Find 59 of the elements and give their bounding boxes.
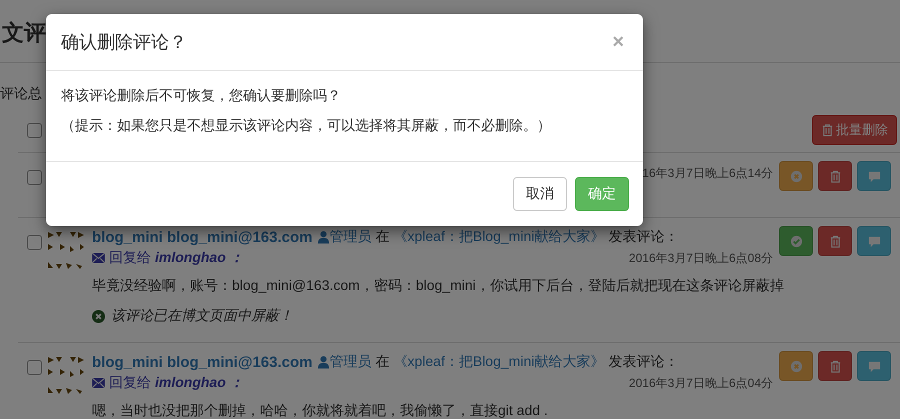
row-checkbox[interactable] bbox=[27, 360, 42, 375]
dialog-hint: （提示：如果您只是不想显示该评论内容，可以选择将其屏蔽，而不必删除。） bbox=[61, 117, 552, 135]
user-icon bbox=[316, 355, 330, 369]
comment-total-label: 评论总 bbox=[0, 85, 42, 103]
in-label: 在 bbox=[376, 353, 390, 371]
select-all-checkbox[interactable] bbox=[27, 122, 42, 138]
comment-icon bbox=[868, 360, 880, 372]
envelope-icon bbox=[92, 378, 105, 388]
confirm-button[interactable]: 确定 bbox=[575, 177, 629, 211]
close-button[interactable]: × bbox=[608, 30, 628, 54]
comment-icon bbox=[868, 170, 880, 182]
comment-date: 16年3月7日晚上6点14分 bbox=[642, 165, 773, 182]
page-title: 文评 bbox=[1, 19, 46, 47]
reply-to-label: 回复给 bbox=[109, 374, 151, 392]
comment-text: 毕竟没经验啊，账号：blog_mini@163.com，密码：blog_mini，你试用下后台，登陆后就把现在这条评论屏蔽掉 bbox=[92, 277, 784, 295]
x-circle-icon bbox=[92, 310, 105, 322]
identicon-avatar bbox=[46, 230, 86, 270]
reply-button[interactable] bbox=[857, 351, 891, 381]
comment-text: 嗯，当时也没把那个删掉，哈哈，你就将就着吧，我偷懒了，直接git add . bbox=[92, 402, 548, 419]
user-icon bbox=[316, 230, 330, 244]
dialog-message: 将该评论删除后不可恢复，您确认要删除吗？ bbox=[61, 87, 342, 105]
in-label: 在 bbox=[376, 228, 390, 246]
row-checkbox[interactable] bbox=[27, 235, 42, 250]
x-circle-icon bbox=[790, 170, 802, 182]
delete-button[interactable] bbox=[818, 351, 852, 381]
role-label: 管理员 bbox=[330, 353, 372, 371]
article-link[interactable]: 《xpleaf：把Blog_mini献给大家》 bbox=[394, 228, 604, 246]
row-checkbox[interactable] bbox=[27, 170, 42, 185]
comment-date: 2016年3月7日晚上6点08分 bbox=[628, 250, 773, 266]
role-label: 管理员 bbox=[330, 228, 372, 246]
unshield-button[interactable] bbox=[779, 226, 813, 256]
envelope-icon bbox=[92, 253, 105, 263]
trash-icon bbox=[828, 234, 842, 248]
trash-icon bbox=[828, 360, 842, 372]
identicon-avatar bbox=[46, 355, 86, 395]
shield-button[interactable] bbox=[779, 161, 813, 191]
reply-button[interactable] bbox=[857, 226, 891, 256]
shield-button[interactable] bbox=[779, 351, 813, 381]
trash-icon bbox=[828, 170, 842, 182]
check-circle-icon bbox=[790, 234, 802, 248]
trash-icon bbox=[821, 123, 834, 137]
cancel-button[interactable]: 取消 bbox=[513, 177, 567, 211]
reply-to-user[interactable]: imlonghao ： bbox=[155, 249, 244, 267]
dialog-title: 确认删除评论？ bbox=[61, 31, 187, 54]
delete-button[interactable] bbox=[818, 161, 852, 191]
action-label: 发表评论： bbox=[608, 353, 678, 371]
comment-date: 2016年3月7日晚上6点04分 bbox=[628, 374, 773, 392]
reply-button[interactable] bbox=[857, 161, 891, 191]
author-link[interactable]: blog_mini blog_mini@163.com bbox=[92, 354, 312, 370]
author-link[interactable]: blog_mini blog_mini@163.com bbox=[92, 228, 312, 246]
action-label: 发表评论： bbox=[608, 228, 678, 246]
delete-button[interactable] bbox=[818, 226, 852, 256]
batch-delete-button[interactable]: 批量删除 bbox=[812, 115, 897, 145]
comment-icon bbox=[868, 234, 880, 248]
reply-to-user[interactable]: imlonghao ： bbox=[155, 374, 244, 392]
reply-to-label: 回复给 bbox=[109, 249, 151, 267]
shielded-note: 该评论已在博文页面中屏蔽！ bbox=[111, 307, 293, 325]
article-link[interactable]: 《xpleaf：把Blog_mini献给大家》 bbox=[394, 353, 604, 371]
x-circle-icon bbox=[790, 360, 802, 372]
